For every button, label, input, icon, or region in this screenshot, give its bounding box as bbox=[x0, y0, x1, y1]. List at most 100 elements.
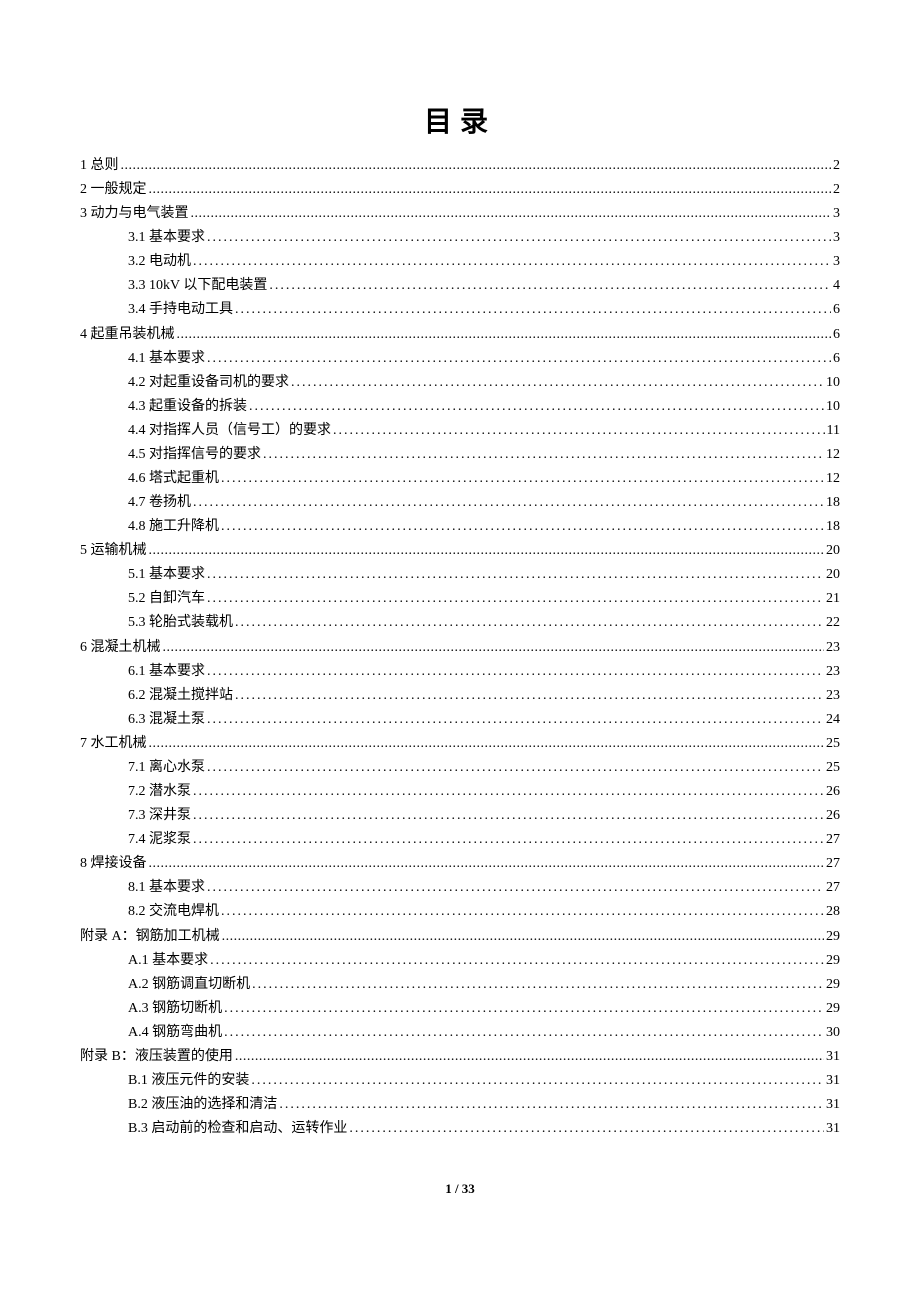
toc-leader-dots: ........................................… bbox=[177, 323, 832, 347]
toc-leader-dots: ........................................… bbox=[252, 973, 824, 997]
toc-entry-page: 21 bbox=[826, 587, 840, 611]
toc-entry-label: 5.1 基本要求 bbox=[128, 563, 205, 587]
toc-entry-label: A.2 钢筋调直切断机 bbox=[128, 973, 250, 997]
toc-entry: 6.1 基本要求................................… bbox=[80, 660, 840, 684]
toc-entry-page: 26 bbox=[826, 780, 840, 804]
toc-leader-dots: ........................................… bbox=[221, 467, 824, 491]
toc-entry-page: 3 bbox=[833, 226, 840, 250]
toc-entry-label: 6 混凝土机械 bbox=[80, 636, 161, 660]
toc-entry-label: 3 动力与电气装置 bbox=[80, 202, 189, 226]
toc-leader-dots: ........................................… bbox=[249, 395, 824, 419]
toc-entry: 3.1 基本要求................................… bbox=[80, 226, 840, 250]
toc-entry-label: 8.1 基本要求 bbox=[128, 876, 205, 900]
toc-entry: 8 焊接设备..................................… bbox=[80, 852, 840, 876]
toc-entry-page: 29 bbox=[826, 949, 840, 973]
toc-leader-dots: ........................................… bbox=[333, 419, 825, 443]
table-of-contents: 1 总则....................................… bbox=[80, 154, 840, 1141]
toc-entry-page: 29 bbox=[826, 997, 840, 1021]
toc-entry-page: 4 bbox=[833, 274, 840, 298]
toc-entry-label: 7.1 离心水泵 bbox=[128, 756, 205, 780]
toc-leader-dots: ........................................… bbox=[149, 178, 832, 202]
toc-entry-label: 7 水工机械 bbox=[80, 732, 147, 756]
toc-entry: 4.7 卷扬机.................................… bbox=[80, 491, 840, 515]
toc-leader-dots: ........................................… bbox=[207, 876, 824, 900]
toc-entry-label: 5.3 轮胎式装载机 bbox=[128, 611, 233, 635]
toc-leader-dots: ........................................… bbox=[235, 298, 831, 322]
toc-entry: 7.4 泥浆泵.................................… bbox=[80, 828, 840, 852]
toc-entry-label: B.2 液压油的选择和清洁 bbox=[128, 1093, 277, 1117]
toc-leader-dots: ........................................… bbox=[191, 202, 832, 226]
toc-entry-label: 6.1 基本要求 bbox=[128, 660, 205, 684]
toc-leader-dots: ........................................… bbox=[193, 804, 824, 828]
toc-leader-dots: ........................................… bbox=[193, 780, 824, 804]
toc-entry-label: 2 一般规定 bbox=[80, 178, 147, 202]
toc-entry-label: 1 总则 bbox=[80, 154, 119, 178]
toc-entry-page: 22 bbox=[826, 611, 840, 635]
toc-entry-page: 18 bbox=[826, 491, 840, 515]
toc-entry-label: 5.2 自卸汽车 bbox=[128, 587, 205, 611]
toc-entry-label: 4.6 塔式起重机 bbox=[128, 467, 219, 491]
toc-entry-page: 23 bbox=[826, 636, 840, 660]
toc-leader-dots: ........................................… bbox=[235, 684, 824, 708]
toc-entry-label: B.3 启动前的检查和启动、运转作业 bbox=[128, 1117, 347, 1141]
toc-entry-label: A.4 钢筋弯曲机 bbox=[128, 1021, 222, 1045]
toc-entry: A.4 钢筋弯曲机...............................… bbox=[80, 1021, 840, 1045]
toc-entry-page: 6 bbox=[833, 298, 840, 322]
toc-entry: A.1 基本要求................................… bbox=[80, 949, 840, 973]
toc-entry-label: A.1 基本要求 bbox=[128, 949, 208, 973]
toc-entry: 3.2 电动机.................................… bbox=[80, 250, 840, 274]
toc-entry-page: 26 bbox=[826, 804, 840, 828]
toc-entry-page: 27 bbox=[826, 828, 840, 852]
toc-entry-label: 附录 B：液压装置的使用 bbox=[80, 1045, 233, 1069]
toc-entry-label: 6.3 混凝土泵 bbox=[128, 708, 205, 732]
toc-entry: 4.5 对指挥信号的要求............................… bbox=[80, 443, 840, 467]
toc-entry-label: 3.4 手持电动工具 bbox=[128, 298, 233, 322]
toc-entry-page: 29 bbox=[826, 973, 840, 997]
toc-leader-dots: ........................................… bbox=[224, 997, 824, 1021]
toc-entry: 5.2 自卸汽车................................… bbox=[80, 587, 840, 611]
toc-entry-label: A.3 钢筋切断机 bbox=[128, 997, 222, 1021]
toc-leader-dots: ........................................… bbox=[193, 828, 824, 852]
toc-entry: 4 起重吊装机械................................… bbox=[80, 323, 840, 347]
toc-entry: 8.1 基本要求................................… bbox=[80, 876, 840, 900]
toc-entry-page: 31 bbox=[826, 1117, 840, 1141]
toc-leader-dots: ........................................… bbox=[263, 443, 824, 467]
toc-entry-label: 4 起重吊装机械 bbox=[80, 323, 175, 347]
toc-entry: 4.3 起重设备的拆装.............................… bbox=[80, 395, 840, 419]
toc-entry-page: 25 bbox=[826, 756, 840, 780]
toc-entry-page: 24 bbox=[826, 708, 840, 732]
toc-leader-dots: ........................................… bbox=[207, 347, 831, 371]
toc-entry-page: 29 bbox=[826, 925, 840, 949]
toc-leader-dots: ........................................… bbox=[163, 636, 825, 660]
toc-entry-label: 4.5 对指挥信号的要求 bbox=[128, 443, 261, 467]
toc-leader-dots: ........................................… bbox=[222, 925, 824, 949]
toc-entry: 5 运输机械..................................… bbox=[80, 539, 840, 563]
toc-leader-dots: ........................................… bbox=[235, 1045, 824, 1069]
toc-entry: 6.2 混凝土搅拌站..............................… bbox=[80, 684, 840, 708]
toc-leader-dots: ........................................… bbox=[251, 1069, 824, 1093]
toc-entry-label: 7.3 深井泵 bbox=[128, 804, 191, 828]
toc-leader-dots: ........................................… bbox=[207, 660, 824, 684]
toc-entry-label: 4.8 施工升降机 bbox=[128, 515, 219, 539]
toc-entry-page: 25 bbox=[826, 732, 840, 756]
toc-leader-dots: ........................................… bbox=[221, 900, 824, 924]
toc-entry-page: 23 bbox=[826, 660, 840, 684]
toc-leader-dots: ........................................… bbox=[207, 587, 824, 611]
toc-entry-page: 10 bbox=[826, 371, 840, 395]
toc-entry-label: 3.3 10kV 以下配电装置 bbox=[128, 274, 267, 298]
toc-entry-page: 3 bbox=[833, 202, 840, 226]
toc-entry-page: 6 bbox=[833, 347, 840, 371]
toc-entry-label: 4.3 起重设备的拆装 bbox=[128, 395, 247, 419]
toc-entry-label: 4.4 对指挥人员（信号工）的要求 bbox=[128, 419, 331, 443]
toc-entry: 4.6 塔式起重机...............................… bbox=[80, 467, 840, 491]
page-title: 目录 bbox=[80, 100, 840, 140]
toc-entry-page: 2 bbox=[833, 154, 840, 178]
toc-leader-dots: ........................................… bbox=[279, 1093, 824, 1117]
toc-entry-label: 8 焊接设备 bbox=[80, 852, 147, 876]
toc-entry-label: 3.1 基本要求 bbox=[128, 226, 205, 250]
toc-entry-page: 3 bbox=[833, 250, 840, 274]
toc-entry: 7.2 潜水泵.................................… bbox=[80, 780, 840, 804]
toc-entry: 4.8 施工升降机...............................… bbox=[80, 515, 840, 539]
toc-entry: 3 动力与电气装置...............................… bbox=[80, 202, 840, 226]
toc-entry: A.2 钢筋调直切断机.............................… bbox=[80, 973, 840, 997]
